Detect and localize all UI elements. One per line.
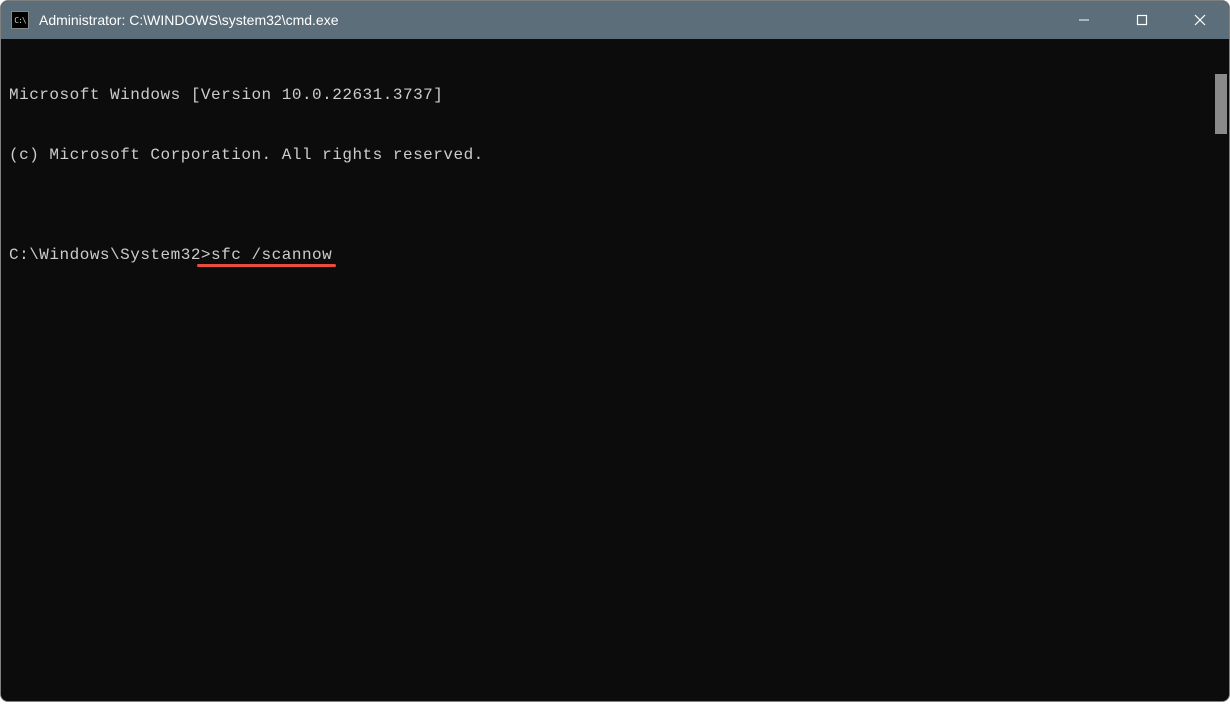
maximize-icon [1136,14,1148,26]
close-icon [1194,14,1206,26]
prompt-text: C:\Windows\System32> [9,246,211,264]
command-text: sfc /scannow [211,246,332,264]
maximize-button[interactable] [1113,1,1171,39]
scrollbar[interactable] [1213,39,1229,701]
titlebar[interactable]: C:\ Administrator: C:\WINDOWS\system32\c… [1,1,1229,39]
window-title: Administrator: C:\WINDOWS\system32\cmd.e… [39,12,1055,28]
terminal-content[interactable]: Microsoft Windows [Version 10.0.22631.37… [1,39,1213,701]
terminal-output-line: Microsoft Windows [Version 10.0.22631.37… [9,85,1205,105]
minimize-icon [1078,14,1090,26]
cmd-window: C:\ Administrator: C:\WINDOWS\system32\c… [0,0,1230,702]
scrollbar-thumb[interactable] [1215,74,1227,134]
minimize-button[interactable] [1055,1,1113,39]
cmd-icon: C:\ [11,11,29,29]
terminal-prompt-line: C:\Windows\System32>sfc /scannow [9,245,1205,265]
window-controls [1055,1,1229,39]
terminal-output-line: (c) Microsoft Corporation. All rights re… [9,145,1205,165]
terminal-body: Microsoft Windows [Version 10.0.22631.37… [1,39,1229,701]
annotation-underline [197,264,336,267]
close-button[interactable] [1171,1,1229,39]
